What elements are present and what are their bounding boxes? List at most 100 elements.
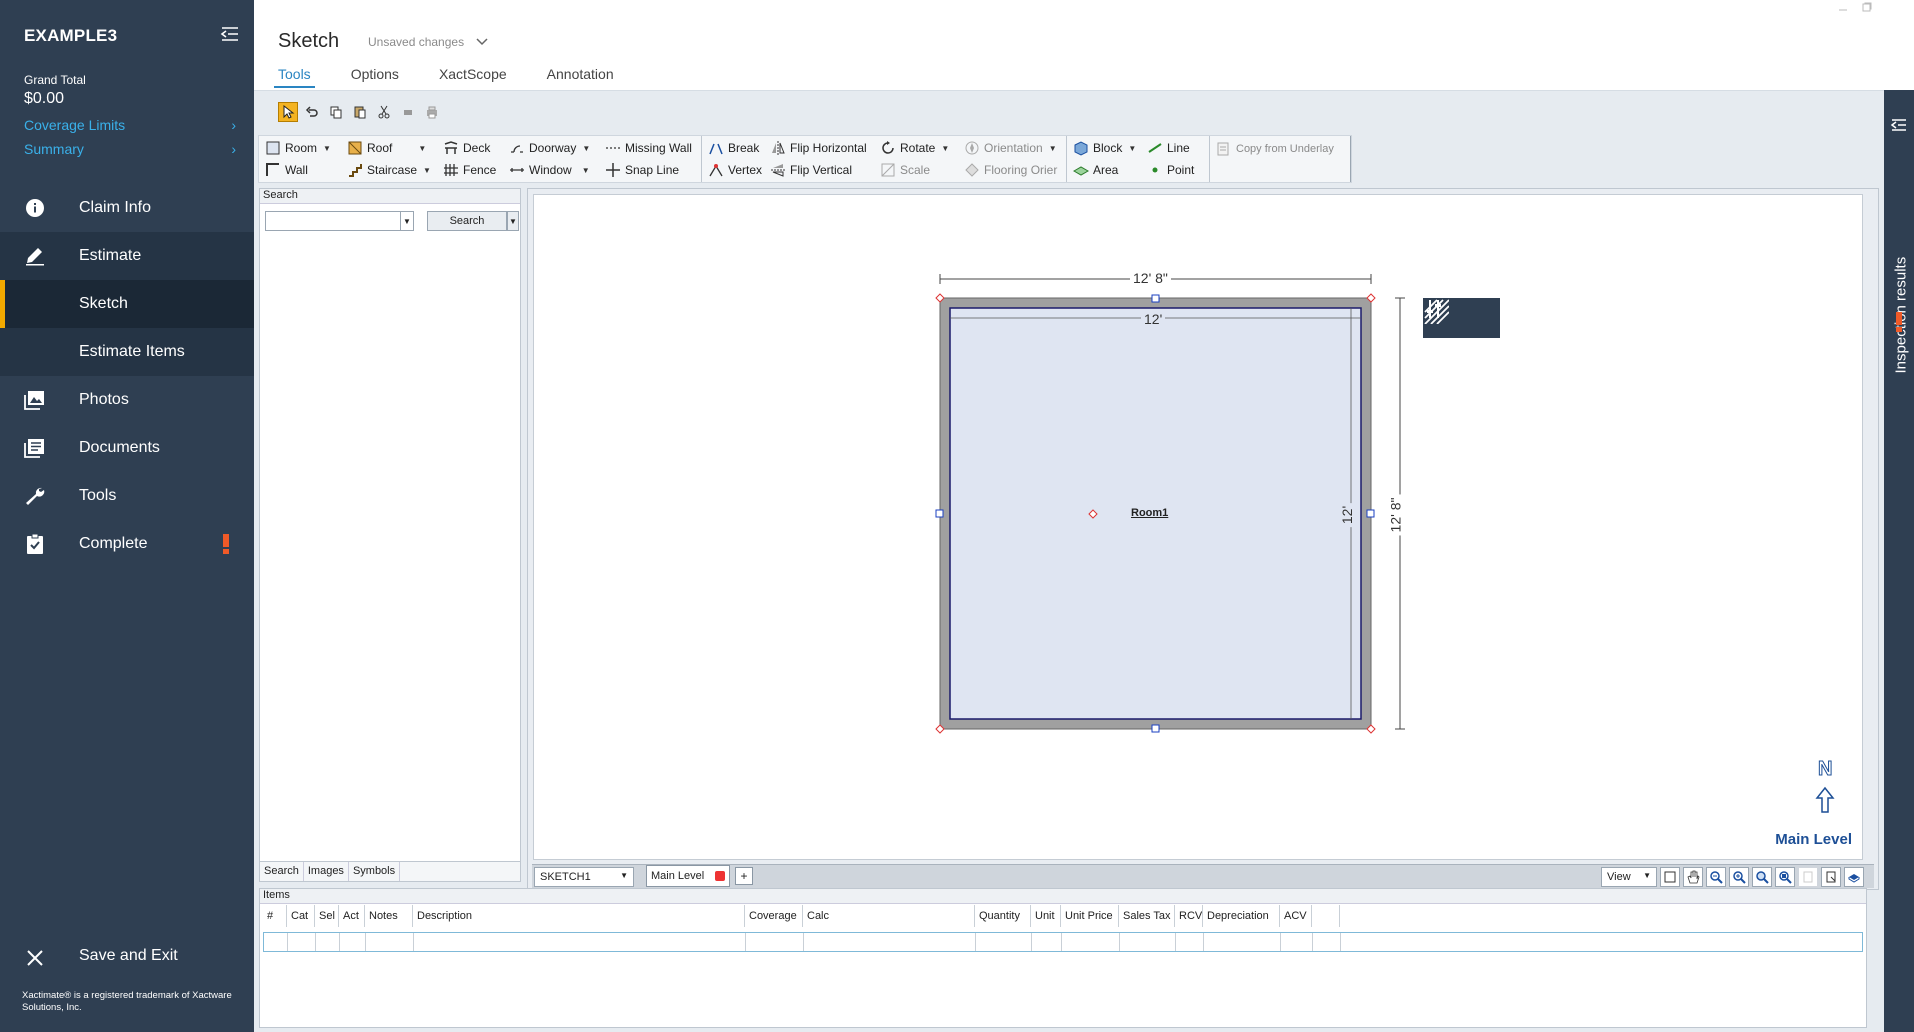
search-input[interactable] bbox=[265, 211, 401, 231]
level-tab-main[interactable]: Main Level bbox=[646, 865, 730, 887]
column-depreciation[interactable]: Depreciation bbox=[1203, 905, 1280, 927]
column-sales-tax[interactable]: Sales Tax bbox=[1119, 905, 1175, 927]
minimize-icon[interactable] bbox=[1838, 2, 1848, 12]
roof-tool[interactable]: Roof ▼ bbox=[347, 137, 439, 159]
paste-button[interactable] bbox=[350, 102, 370, 122]
tab-tools[interactable]: Tools bbox=[274, 66, 315, 88]
column-unit[interactable]: Unit bbox=[1031, 905, 1061, 927]
zoom-window-button[interactable] bbox=[1775, 867, 1795, 887]
column-acv[interactable]: ACV bbox=[1280, 905, 1312, 927]
point-tool[interactable]: Point bbox=[1147, 159, 1203, 181]
column-quantity[interactable]: Quantity bbox=[975, 905, 1031, 927]
flip-vertical-label: Flip Vertical bbox=[790, 163, 853, 177]
staircase-tool[interactable]: Staircase ▼ bbox=[347, 159, 439, 181]
view-dropdown[interactable]: View ▼ bbox=[1601, 867, 1657, 887]
tab-options[interactable]: Options bbox=[351, 66, 399, 88]
select-area-button[interactable] bbox=[1660, 867, 1680, 887]
page-setup-button[interactable] bbox=[1821, 867, 1841, 887]
expand-panel-icon[interactable] bbox=[1890, 116, 1908, 134]
room-name-label[interactable]: Room1 bbox=[1131, 507, 1168, 519]
print-button[interactable] bbox=[422, 102, 442, 122]
nav-photos[interactable]: Photos bbox=[0, 376, 254, 424]
add-level-button[interactable]: + bbox=[735, 867, 753, 885]
column-description[interactable]: Description bbox=[413, 905, 745, 927]
window-tool[interactable]: Window ▼ bbox=[509, 159, 601, 181]
block-tool[interactable]: Block ▼ bbox=[1073, 137, 1143, 159]
copy-from-underlay-tool[interactable]: Copy from Underlay bbox=[1216, 138, 1344, 160]
wall-tool[interactable]: Wall bbox=[265, 159, 343, 181]
column-notes[interactable]: Notes bbox=[365, 905, 413, 927]
column-sel[interactable]: Sel bbox=[315, 905, 339, 927]
area-tool[interactable]: Area bbox=[1073, 159, 1143, 181]
caret-down-icon: ▼ bbox=[1048, 143, 1057, 153]
column-rcv[interactable]: RCV bbox=[1175, 905, 1203, 927]
column-number[interactable]: # bbox=[263, 905, 287, 927]
snap-line-label: Snap Line bbox=[625, 163, 680, 177]
flip-vertical-tool[interactable]: Flip Vertical bbox=[770, 159, 876, 181]
column-spacer bbox=[1312, 905, 1340, 927]
delete-button[interactable] bbox=[398, 102, 418, 122]
deck-tool[interactable]: Deck bbox=[443, 137, 505, 159]
tab-symbols[interactable]: Symbols bbox=[349, 862, 401, 881]
vertex-tool[interactable]: Vertex bbox=[708, 159, 766, 181]
tab-annotation[interactable]: Annotation bbox=[547, 66, 614, 88]
doorway-tool[interactable]: Doorway ▼ bbox=[509, 137, 601, 159]
column-coverage[interactable]: Coverage bbox=[745, 905, 803, 927]
pan-button[interactable] bbox=[1683, 867, 1703, 887]
search-history-dropdown[interactable]: ▼ bbox=[400, 211, 414, 231]
info-icon bbox=[26, 199, 44, 217]
nav-claim-info[interactable]: Claim Info bbox=[0, 184, 254, 232]
summary-link[interactable]: Summary › bbox=[24, 141, 236, 157]
3d-view-button[interactable] bbox=[1844, 867, 1864, 887]
scale-tool[interactable]: Scale bbox=[880, 159, 960, 181]
table-row[interactable] bbox=[263, 932, 1863, 952]
nav-estimate-items[interactable]: Estimate Items bbox=[0, 328, 254, 376]
zoom-extents-button[interactable] bbox=[1752, 867, 1772, 887]
nav-tools[interactable]: Tools bbox=[0, 472, 254, 520]
sketch-canvas[interactable]: 12' 8" 12' 12' 12' 8" Room1 N Main Level bbox=[533, 194, 1863, 860]
tab-images[interactable]: Images bbox=[304, 862, 349, 881]
nav-estimate[interactable]: Estimate bbox=[0, 232, 254, 280]
missing-wall-tool[interactable]: Missing Wall bbox=[605, 137, 695, 159]
tab-xactscope[interactable]: XactScope bbox=[439, 66, 507, 88]
close-level-icon[interactable] bbox=[715, 871, 725, 881]
save-and-exit-button[interactable]: Save and Exit bbox=[0, 937, 254, 977]
column-calc[interactable]: Calc bbox=[803, 905, 975, 927]
unsaved-changes-dropdown[interactable]: Unsaved changes bbox=[368, 35, 488, 49]
search-panel-header: Search bbox=[260, 189, 520, 204]
nav-sketch[interactable]: Sketch bbox=[0, 280, 254, 328]
chevron-right-icon: › bbox=[231, 141, 236, 157]
column-act[interactable]: Act bbox=[339, 905, 365, 927]
select-tool-button[interactable] bbox=[278, 102, 298, 122]
tab-search[interactable]: Search bbox=[260, 862, 304, 881]
column-cat[interactable]: Cat bbox=[287, 905, 315, 927]
room-tool[interactable]: Room ▼ bbox=[265, 137, 343, 159]
roof-icon bbox=[348, 141, 362, 155]
inspection-results-rail[interactable]: Inspection results bbox=[1884, 90, 1914, 1032]
copy-button[interactable] bbox=[326, 102, 346, 122]
break-tool[interactable]: Break bbox=[708, 137, 766, 159]
sketch-selector[interactable]: SKETCH1 ▼ bbox=[534, 867, 634, 887]
staircase-label: Staircase bbox=[367, 163, 418, 177]
nav-complete[interactable]: Complete bbox=[0, 520, 254, 568]
nav-documents[interactable]: Documents bbox=[0, 424, 254, 472]
cut-button[interactable] bbox=[374, 102, 394, 122]
undo-button[interactable] bbox=[302, 102, 322, 122]
room-properties-badge[interactable] bbox=[1423, 298, 1500, 338]
coverage-limits-link[interactable]: Coverage Limits › bbox=[24, 117, 236, 133]
rotate-tool[interactable]: Rotate ▼ bbox=[880, 137, 960, 159]
fence-tool[interactable]: Fence bbox=[443, 159, 505, 181]
flooring-orientation-tool[interactable]: Flooring Orier bbox=[964, 159, 1060, 181]
blank-view-button[interactable] bbox=[1798, 867, 1818, 887]
zoom-out-button[interactable] bbox=[1706, 867, 1726, 887]
search-button[interactable]: Search bbox=[427, 211, 507, 231]
search-options-dropdown[interactable]: ▼ bbox=[507, 211, 519, 231]
column-unit-price[interactable]: Unit Price bbox=[1061, 905, 1119, 927]
restore-icon[interactable] bbox=[1862, 2, 1872, 12]
zoom-in-button[interactable] bbox=[1729, 867, 1749, 887]
snap-line-tool[interactable]: Snap Line bbox=[605, 159, 695, 181]
line-tool[interactable]: Line bbox=[1147, 137, 1203, 159]
orientation-tool[interactable]: Orientation ▼ bbox=[964, 137, 1060, 159]
flip-horizontal-tool[interactable]: Flip Horizontal bbox=[770, 137, 876, 159]
collapse-sidebar-icon[interactable] bbox=[220, 24, 240, 44]
